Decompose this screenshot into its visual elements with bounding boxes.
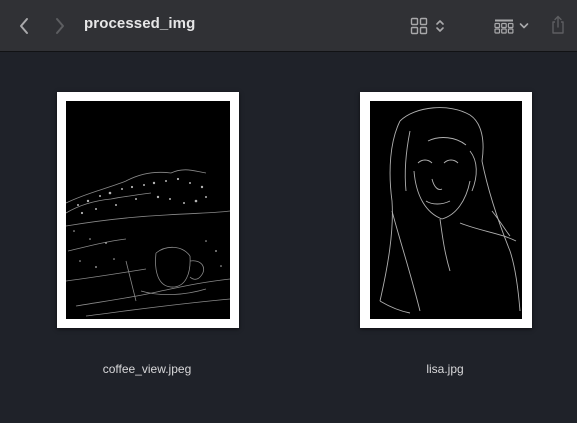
file-grid: coffee_view.jpeg lisa.jpg [0,52,577,423]
file-thumbnail[interactable] [360,92,532,328]
group-by-icon [493,19,513,34]
share-icon [552,15,564,34]
chevron-down-icon [519,23,528,29]
updown-chevron-icon [436,20,444,32]
toolbar: processed_img [0,0,577,52]
window-title: processed_img [84,15,196,32]
file-item[interactable]: coffee_view.jpeg [47,92,247,376]
forward-button[interactable] [48,13,72,39]
thumbnail-image [66,101,230,319]
file-item[interactable]: lisa.jpg [345,92,545,376]
chevron-left-icon [20,18,28,34]
chevron-right-icon [56,18,64,34]
icon-grid-view-icon [410,17,428,35]
finder-window: processed_img coffee_view.jpeg lisa.jpg [0,0,577,423]
view-mode-button[interactable] [407,14,449,38]
file-thumbnail[interactable] [57,92,239,328]
file-name-label: coffee_view.jpeg [102,362,192,376]
back-button[interactable] [12,13,36,39]
share-button[interactable] [547,12,569,38]
group-by-button[interactable] [490,14,532,38]
thumbnail-image [370,101,522,319]
file-name-label: lisa.jpg [426,362,464,376]
